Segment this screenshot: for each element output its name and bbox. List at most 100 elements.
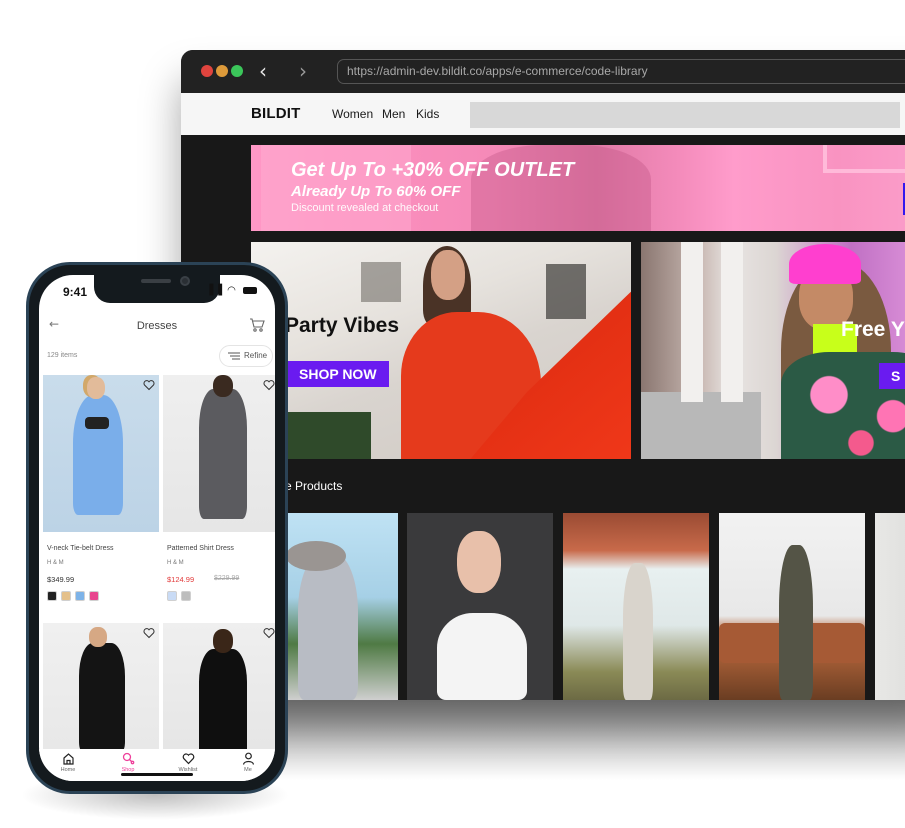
product-image	[437, 613, 527, 700]
close-window-button[interactable]	[201, 65, 213, 77]
phone-notch	[94, 275, 220, 303]
heart-icon[interactable]	[143, 627, 155, 639]
refine-label: Refine	[244, 351, 268, 360]
heart-icon[interactable]	[263, 379, 275, 391]
product-image	[298, 553, 358, 700]
screen-title: Dresses	[136, 320, 178, 332]
product-price: $349.99	[47, 575, 75, 584]
heart-icon	[182, 753, 194, 765]
promo-banner[interactable]: Get Up To +30% OFF OUTLET Already Up To …	[251, 145, 905, 231]
refine-button[interactable]: Refine	[219, 345, 273, 367]
shop-now-button[interactable]: SHOP NOW	[287, 361, 389, 387]
shop-button[interactable]: S	[879, 363, 905, 389]
tab-me[interactable]: Me	[223, 752, 273, 773]
product-image-face	[213, 629, 233, 653]
hero-title: Free Y	[841, 318, 905, 341]
product-image-dress	[199, 649, 247, 749]
maximize-window-button[interactable]	[231, 65, 243, 77]
promo-subheadline: Already Up To 60% OFF	[291, 183, 461, 200]
product-image-face	[87, 377, 105, 399]
color-swatch[interactable]	[89, 591, 99, 601]
hero-image-hedge	[281, 412, 371, 459]
product-image-face	[89, 627, 107, 647]
hero-title: Party Vibes	[285, 314, 400, 337]
color-swatch[interactable]	[61, 591, 71, 601]
camera-icon	[180, 276, 190, 286]
phone-screen: 9:41 ▐▐ ◠ ← Dresses 129 items Refine V-n…	[39, 275, 275, 781]
product-card[interactable]	[875, 513, 905, 700]
product-image	[623, 563, 653, 700]
product-image[interactable]	[163, 375, 275, 532]
browser-window: ‹ › https://admin-dev.bildit.co/apps/e-c…	[181, 50, 905, 700]
promo-image-model-2	[471, 145, 651, 231]
forward-arrow-icon[interactable]: ›	[299, 59, 307, 83]
status-time: 9:41	[63, 285, 88, 299]
site-logo[interactable]: BILDIT	[251, 105, 301, 122]
product-card[interactable]	[407, 513, 553, 700]
product-sale-price: $124.99	[167, 575, 195, 584]
hero-image-pillar	[681, 242, 703, 402]
site-search-input[interactable]	[470, 102, 900, 128]
product-image	[779, 545, 813, 700]
url-bar[interactable]: https://admin-dev.bildit.co/apps/e-comme…	[337, 59, 905, 84]
section-title: e Products	[285, 479, 343, 493]
cart-icon[interactable]	[249, 317, 265, 333]
filter-icon	[228, 352, 240, 360]
product-brand: H & M	[47, 560, 64, 566]
tab-wishlist[interactable]: Wishlist	[163, 752, 213, 773]
heart-icon[interactable]	[263, 627, 275, 639]
hero-image-street	[641, 392, 761, 459]
home-indicator	[121, 773, 193, 776]
product-image-dress	[79, 643, 125, 749]
product-image[interactable]	[43, 375, 159, 532]
product-card[interactable]	[278, 513, 398, 700]
browser-shadow	[270, 700, 905, 780]
site-header: BILDIT Women Men Kids	[181, 93, 905, 135]
hero-card-party-vibes[interactable]: Party Vibes SHOP NOW	[251, 242, 631, 459]
color-swatch[interactable]	[75, 591, 85, 601]
minimize-window-button[interactable]	[216, 65, 228, 77]
product-image-hat	[286, 541, 346, 571]
items-count: 129 items	[47, 352, 78, 359]
heart-icon[interactable]	[143, 379, 155, 391]
hero-image-window	[546, 264, 586, 319]
hero-image-window	[361, 262, 401, 302]
back-arrow-icon[interactable]: ‹	[259, 59, 267, 83]
product-image[interactable]	[163, 623, 275, 749]
product-brand: H & M	[167, 560, 184, 566]
hero-image-model-face	[431, 250, 465, 300]
user-icon	[242, 752, 254, 765]
product-image-bag	[85, 417, 109, 429]
search-icon	[122, 752, 134, 765]
nav-link-kids[interactable]: Kids	[416, 107, 439, 121]
color-swatch[interactable]	[47, 591, 57, 601]
tab-shop[interactable]: Shop	[103, 752, 153, 773]
status-icons: ▐▐ ◠	[206, 285, 257, 296]
color-swatch[interactable]	[181, 591, 191, 601]
promo-decor-frame	[823, 145, 905, 173]
nav-link-men[interactable]: Men	[382, 107, 405, 121]
speaker-icon	[141, 279, 171, 283]
product-image-dress	[73, 395, 123, 515]
nav-link-women[interactable]: Women	[332, 107, 373, 121]
battery-icon	[243, 286, 257, 294]
tab-home[interactable]: Home	[43, 752, 93, 773]
hero-image-pillar	[721, 242, 743, 402]
browser-toolbar: ‹ › https://admin-dev.bildit.co/apps/e-c…	[181, 50, 905, 93]
tab-label: Me	[244, 767, 252, 773]
promo-note: Discount revealed at checkout	[291, 202, 439, 214]
product-card[interactable]	[563, 513, 709, 700]
hero-card-second[interactable]: Free Y S	[641, 242, 905, 459]
product-name[interactable]: V-neck Tie-belt Dress	[47, 545, 114, 552]
product-image[interactable]	[43, 623, 159, 749]
product-name[interactable]: Patterned Shirt Dress	[167, 545, 234, 552]
product-image-face	[457, 531, 501, 593]
promo-headline: Get Up To +30% OFF OUTLET	[291, 159, 575, 181]
home-icon	[62, 753, 74, 765]
bottom-tab-bar: Home Shop Wishlist Me	[39, 749, 275, 781]
product-card[interactable]	[719, 513, 865, 700]
tab-label: Home	[60, 767, 76, 773]
wifi-icon: ◠	[227, 285, 237, 296]
phone-device: 9:41 ▐▐ ◠ ← Dresses 129 items Refine V-n…	[26, 262, 288, 794]
color-swatch[interactable]	[167, 591, 177, 601]
